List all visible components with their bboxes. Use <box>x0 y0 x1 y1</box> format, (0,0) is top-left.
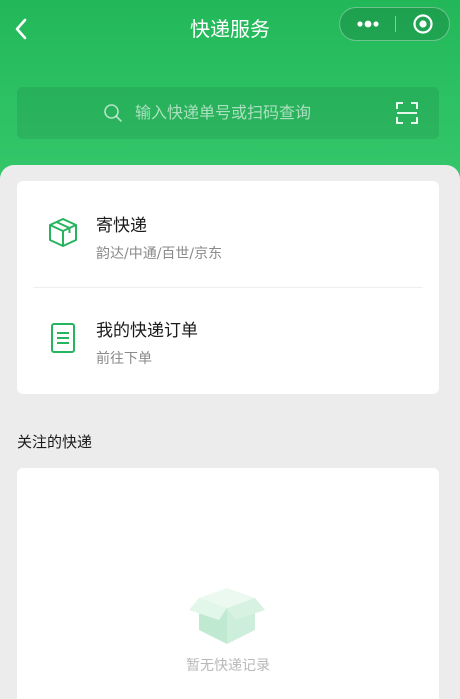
followed-section-title: 关注的快递 <box>17 433 93 451</box>
more-button[interactable] <box>340 8 395 40</box>
search-icon <box>104 104 122 122</box>
search-placeholder: 输入快递单号或扫码查询 <box>135 103 312 122</box>
scan-button[interactable] <box>394 100 420 126</box>
send-express-title: 寄快递 <box>96 216 147 236</box>
send-express-subtitle: 韵达/中通/百世/京东 <box>96 246 223 262</box>
document-list-icon <box>51 323 75 353</box>
mini-program-capsule <box>339 7 450 41</box>
more-dots-icon <box>356 20 379 28</box>
target-circle-icon <box>412 14 433 34</box>
header-bar: 快递服务 输入快递单号或扫码查询 <box>0 0 460 178</box>
followed-express-card: 暂无快递记录 <box>17 468 439 699</box>
chevron-left-icon <box>15 18 27 40</box>
my-orders-item[interactable]: 我的快递订单 前往下单 <box>17 288 439 394</box>
my-orders-subtitle: 前往下单 <box>96 351 152 367</box>
package-box-icon <box>49 218 77 247</box>
my-orders-title: 我的快递订单 <box>96 321 198 341</box>
back-button[interactable] <box>6 12 36 46</box>
search-input[interactable]: 输入快递单号或扫码查询 <box>17 87 439 139</box>
close-mini-program-button[interactable] <box>396 8 449 40</box>
scan-frame-icon <box>396 102 418 124</box>
empty-state-text: 暂无快递记录 <box>186 658 270 674</box>
empty-box-icon <box>189 588 265 644</box>
send-express-item[interactable]: 寄快递 韵达/中通/百世/京东 <box>17 181 439 287</box>
service-card: 寄快递 韵达/中通/百世/京东 我的快递订单 前往下单 <box>17 181 439 394</box>
